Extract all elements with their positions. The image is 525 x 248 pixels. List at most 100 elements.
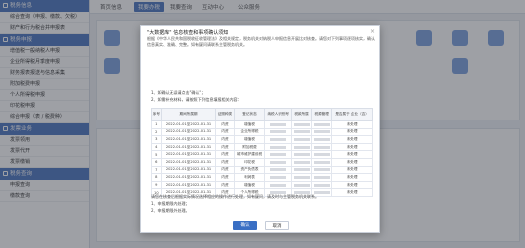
row-blurred (264, 180, 293, 190)
row-blurred (291, 142, 313, 152)
row-kind: 内资 (215, 150, 235, 159)
redacted-value (313, 130, 330, 134)
redacted-value (313, 168, 330, 172)
redacted-value (293, 175, 310, 179)
notice-dialog: "大数据库" 信息核查和事项确认须知 × 根据《中华人民共和国税收征收管理法》及… (140, 25, 380, 233)
row-flag: 未处理 (331, 165, 373, 175)
table-header: 税款所属 (291, 108, 313, 121)
redacted-value (313, 153, 330, 157)
table-header: 登记状态 (233, 108, 266, 121)
row-period: 2022-01-01至2022-01-31 (160, 127, 217, 137)
redacted-value (270, 122, 287, 126)
row-blurred (264, 135, 293, 144)
table-header: 纳税人识别号 (264, 108, 293, 121)
row-status: 利润表 (233, 173, 266, 182)
row-kind: 内资 (215, 142, 235, 152)
redacted-value (313, 122, 330, 126)
row-number: 1 (151, 120, 162, 129)
row-status: 印花税 (233, 157, 266, 167)
dialog-step: 1、如确认无误请点击"确认"； (151, 90, 206, 95)
row-period: 2022-01-01至2022-01-31 (160, 157, 217, 167)
close-icon[interactable]: × (370, 28, 375, 35)
row-blurred (291, 180, 313, 190)
row-period: 2022-01-01至2022-01-31 (160, 180, 217, 190)
row-blurred (291, 150, 313, 159)
redacted-value (270, 183, 287, 187)
table-row: 5 2022-01-01至2022-01-31 内资 城市维护建设税 未处理 (151, 150, 373, 159)
row-period: 2022-01-01至2022-01-31 (160, 173, 217, 182)
dialog-footer-text: 请您在核查后根据实际情况选择相应的操作进行处理，如有疑问，请及时与主管税务机关联… (151, 194, 319, 199)
row-flag: 未处理 (331, 120, 373, 129)
row-blurred (264, 127, 293, 137)
row-blurred (291, 173, 313, 182)
row-flag: 未处理 (331, 188, 373, 197)
redacted-value (293, 153, 310, 157)
row-period: 2022-01-01至2022-01-31 (160, 120, 217, 129)
row-flag: 未处理 (331, 180, 373, 190)
redacted-value (313, 145, 330, 149)
row-blurred (291, 135, 313, 144)
redacted-value (270, 145, 287, 149)
row-blurred (311, 150, 333, 159)
check-table: 序号 期间所属期 证照种类 登记状态 纳税人识别号 税款所属 税源管理 是否属于… (151, 108, 373, 197)
row-blurred (311, 173, 333, 182)
row-blurred (311, 142, 333, 152)
row-blurred (311, 127, 333, 137)
dialog-footer-text: 1、申报期限内处理； (151, 201, 190, 206)
table-header: 证照种类 (215, 108, 235, 121)
row-number: 2 (151, 127, 162, 137)
row-number: 6 (151, 157, 162, 167)
redacted-value (293, 122, 310, 126)
row-flag: 未处理 (331, 173, 373, 182)
row-blurred (264, 120, 293, 129)
redacted-value (270, 137, 287, 141)
row-status: 资产负债表 (233, 165, 266, 175)
row-number: 4 (151, 142, 162, 152)
row-blurred (264, 157, 293, 167)
redacted-value (270, 160, 287, 164)
table-header: 期间所属期 (160, 108, 217, 121)
row-number: 7 (151, 165, 162, 175)
row-blurred (311, 135, 333, 144)
row-status: 城市维护建设税 (233, 150, 266, 159)
row-blurred (264, 173, 293, 182)
table-row: 2 2022-01-01至2022-01-31 内资 企业所得税 未处理 (151, 127, 373, 137)
row-status: 增值税 (233, 120, 266, 129)
dialog-footer-text: 2、申报期限外处理。 (151, 208, 190, 213)
row-number: 3 (151, 135, 162, 144)
table-row: 1 2022-01-01至2022-01-31 内资 增值税 未处理 (151, 120, 373, 129)
row-period: 2022-01-01至2022-01-31 (160, 150, 217, 159)
row-status: 企业所得税 (233, 127, 266, 137)
row-blurred (291, 120, 313, 129)
row-number: 8 (151, 173, 162, 182)
row-blurred (264, 165, 293, 175)
redacted-value (293, 168, 310, 172)
row-blurred (291, 157, 313, 167)
redacted-value (313, 183, 330, 187)
row-blurred (311, 165, 333, 175)
redacted-value (313, 137, 330, 141)
row-kind: 内资 (215, 135, 235, 144)
row-period: 2022-01-01至2022-01-31 (160, 142, 217, 152)
row-blurred (311, 180, 333, 190)
row-status: 附加税费 (233, 142, 266, 152)
row-period: 2022-01-01至2022-01-31 (160, 165, 217, 175)
table-row: 6 2022-01-01至2022-01-31 内资 印花税 未处理 (151, 157, 373, 167)
row-blurred (264, 150, 293, 159)
confirm-button[interactable]: 确认 (233, 221, 257, 230)
row-kind: 内资 (215, 120, 235, 129)
table-row: 3 2022-01-01至2022-01-31 内资 增值税 未处理 (151, 135, 373, 144)
row-blurred (291, 165, 313, 175)
row-kind: 内资 (215, 165, 235, 175)
dialog-title: "大数据库" 信息核查和事项确认须知 (147, 30, 229, 36)
row-kind: 内资 (215, 180, 235, 190)
redacted-value (270, 130, 287, 134)
cancel-button[interactable]: 取消 (265, 221, 289, 230)
row-period: 2022-01-01至2022-01-31 (160, 135, 217, 144)
row-kind: 内资 (215, 173, 235, 182)
redacted-value (293, 183, 310, 187)
table-row: 4 2022-01-01至2022-01-31 内资 附加税费 未处理 (151, 142, 373, 152)
redacted-value (293, 137, 310, 141)
dialog-step: 2、如需补充材料，请按照下列信息填报相关内容： (151, 97, 242, 102)
table-header: 序号 (151, 108, 162, 121)
